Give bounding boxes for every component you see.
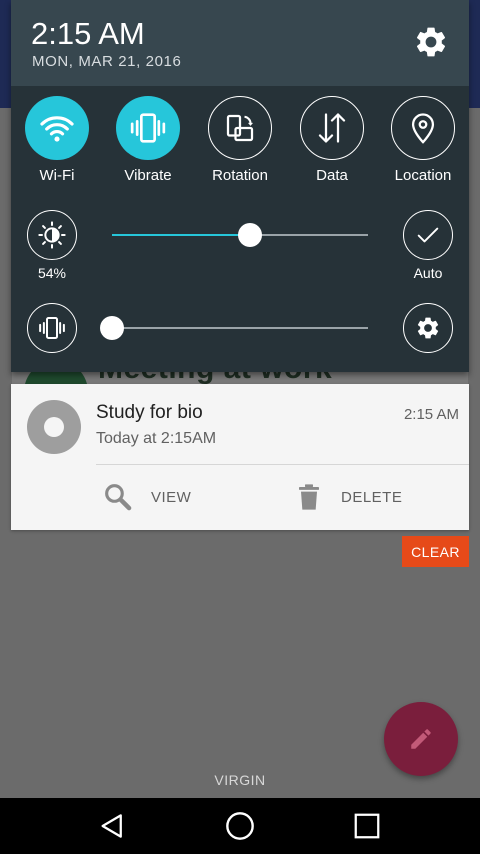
tile-vibrate[interactable]: Vibrate [102, 96, 194, 184]
auto-brightness-button[interactable] [403, 210, 453, 260]
data-icon [318, 113, 346, 143]
recents-button[interactable] [347, 806, 387, 846]
tile-rotation-circle[interactable] [208, 96, 272, 160]
tile-rotation-label: Rotation [212, 167, 268, 184]
location-icon [411, 113, 435, 144]
tile-data[interactable]: Data [286, 96, 378, 184]
compose-fab[interactable] [384, 702, 458, 776]
notification-divider [96, 464, 469, 465]
brightness-icon [38, 221, 66, 249]
back-icon [101, 814, 122, 838]
clock: 2:15 AM [31, 16, 145, 51]
tile-location-circle[interactable] [391, 96, 455, 160]
tile-vibrate-label: Vibrate [124, 167, 172, 184]
auto-brightness-label: Auto [413, 265, 443, 281]
volume-settings-button[interactable] [403, 303, 453, 353]
vibrate-icon [130, 113, 166, 143]
brightness-slider-thumb[interactable] [238, 223, 263, 247]
tile-location[interactable]: Location [377, 96, 469, 184]
gear-icon [416, 27, 446, 57]
clear-all-button[interactable]: CLEAR [402, 536, 469, 567]
tile-location-label: Location [394, 167, 452, 184]
gear-icon [417, 317, 439, 339]
vibrate-icon [39, 317, 65, 339]
navigation-bar [0, 798, 480, 854]
brightness-value: 54% [37, 265, 67, 281]
check-icon [417, 227, 439, 243]
notification-app-icon [27, 400, 81, 454]
tile-wifi-circle[interactable] [25, 96, 89, 160]
volume-slider-thumb[interactable] [100, 316, 124, 340]
pencil-icon [411, 729, 431, 749]
quick-settings-header: 2:15 AM MON, MAR 21, 2016 [11, 0, 469, 86]
brightness-slider-fill [112, 234, 251, 236]
notification-delete-label: DELETE [341, 488, 403, 506]
home-button[interactable] [220, 806, 260, 846]
brightness-button[interactable] [27, 210, 77, 260]
tile-data-label: Data [316, 167, 348, 184]
notification-view-label: VIEW [151, 488, 192, 506]
ringer-mode-button[interactable] [27, 303, 77, 353]
notification-time: 2:15 AM [403, 406, 459, 423]
notification-view-button[interactable]: VIEW [101, 480, 191, 514]
home-icon [226, 812, 254, 840]
volume-slider[interactable] [100, 316, 368, 340]
quick-settings-panel: 2:15 AM MON, MAR 21, 2016 Wi-Fi Vibrate [11, 0, 469, 372]
wifi-icon [40, 116, 74, 142]
tile-wifi-label: Wi-Fi [39, 167, 75, 184]
search-icon [105, 484, 132, 511]
notification-text: Today at 2:15AM [96, 430, 217, 447]
date: MON, MAR 21, 2016 [32, 53, 182, 70]
tile-wifi[interactable]: Wi-Fi [11, 96, 103, 184]
trash-icon [299, 484, 319, 510]
rotation-icon [226, 114, 254, 142]
tile-vibrate-circle[interactable] [116, 96, 180, 160]
tile-rotation[interactable]: Rotation [194, 96, 286, 184]
back-button[interactable] [92, 806, 132, 846]
notification-title: Study for bio [96, 402, 203, 423]
tile-data-circle[interactable] [300, 96, 364, 160]
recents-icon [354, 813, 380, 839]
notification-card[interactable]: Study for bio 2:15 AM Today at 2:15AM VI… [11, 384, 469, 530]
brightness-slider[interactable] [112, 223, 368, 247]
carrier-label: VIRGIN [214, 772, 266, 788]
settings-button[interactable] [413, 24, 449, 60]
notification-delete-button[interactable]: DELETE [293, 480, 402, 514]
